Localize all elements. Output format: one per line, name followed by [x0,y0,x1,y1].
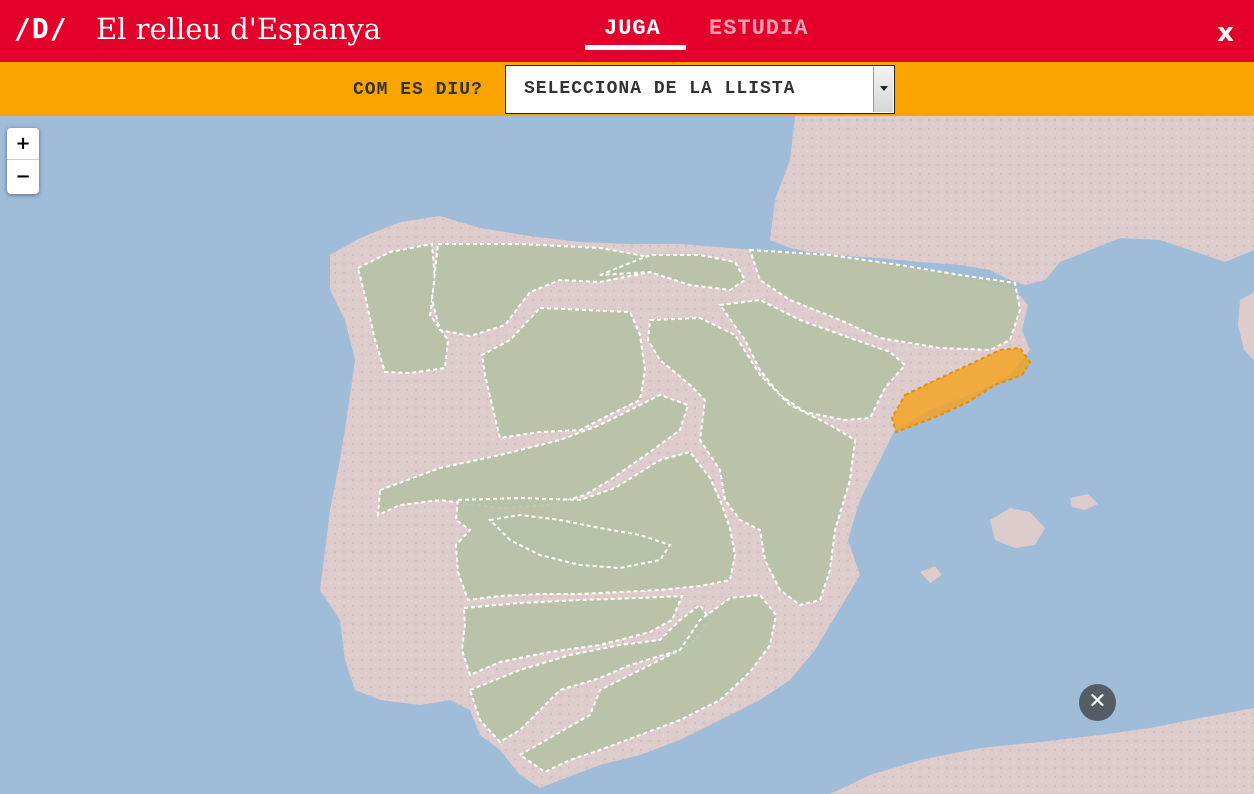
chevron-down-icon[interactable] [873,67,893,112]
map-close-button[interactable]: ✕ [1079,684,1116,721]
relief-map[interactable] [0,116,1254,794]
ibiza-island [920,566,942,583]
mallorca-island [990,508,1045,548]
north-africa-relief [830,708,1254,794]
question-label: COM ES DIU? [353,80,483,100]
close-button[interactable]: x [1217,18,1234,48]
menorca-island [1070,494,1098,510]
zoom-control: + − [7,128,39,194]
answer-select-value: SELECCIONA DE LA LLISTA [524,79,796,99]
active-tab-indicator [585,45,686,50]
tab-estudia[interactable]: ESTUDIA [709,16,808,41]
corsica-island [1238,292,1254,360]
zoom-in-button[interactable]: + [7,128,39,160]
top-bar: /D/ El relleu d'Espanya JUGA ESTUDIA x [0,0,1254,62]
logo[interactable]: /D/ [14,12,68,45]
tab-juga[interactable]: JUGA [604,16,661,41]
answer-select[interactable]: SELECCIONA DE LA LLISTA [505,65,895,114]
page-title: El relleu d'Espanya [96,12,382,46]
zoom-out-button[interactable]: − [7,161,39,193]
